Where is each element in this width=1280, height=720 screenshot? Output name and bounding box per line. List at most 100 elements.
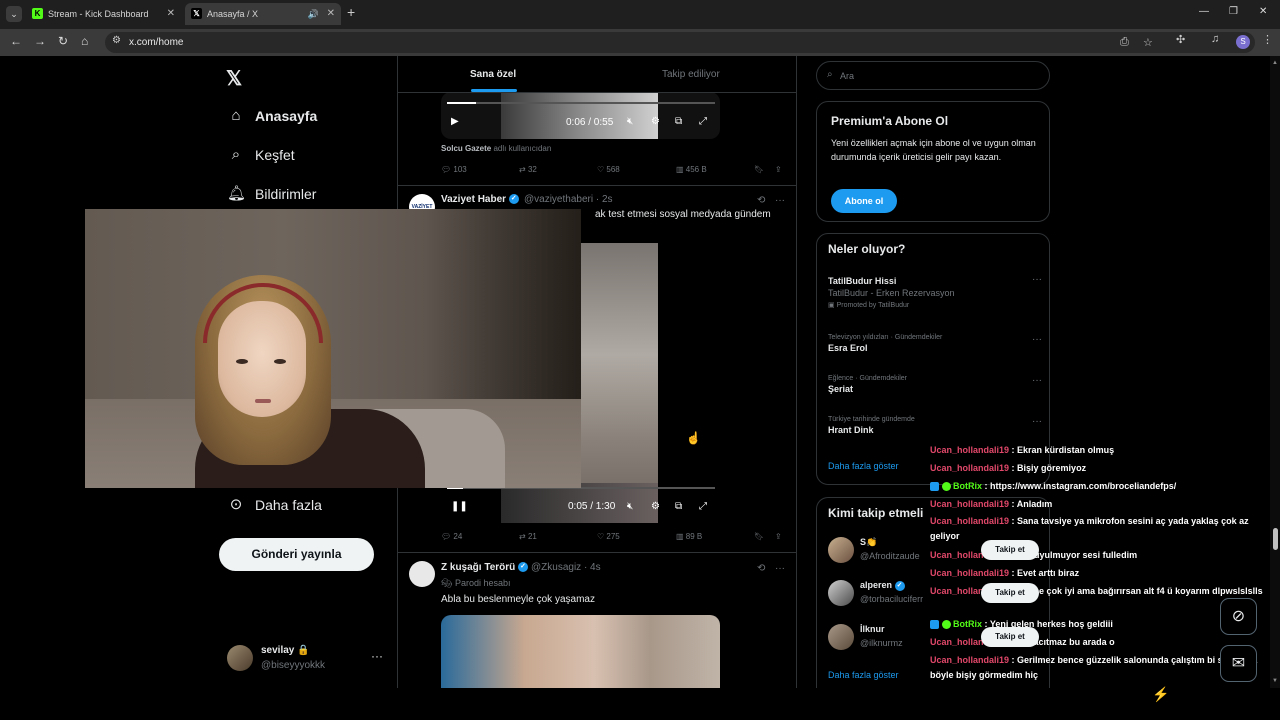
reload-icon[interactable]: ↻ [58,34,68,48]
scroll-down-icon[interactable]: ▼ [1272,678,1278,684]
video-player[interactable]: ▶ 0:06 / 0:55 🔇︎ ⚙ ⧉ ⤢ [441,92,720,139]
tab-x-home[interactable]: 𝕏 Anasayfa / X 🔊 ✕ [185,3,341,25]
messages-button[interactable]: ✉ [1220,645,1257,682]
address-bar[interactable]: ⚙ x.com/home ⎙ ☆ [105,32,1255,53]
author-name-text: Vaziyet Haber [441,194,507,205]
post-button[interactable]: Gönderi yayınla [219,538,374,571]
subscribe-button[interactable]: Abone ol [831,189,897,213]
tweet-author-name[interactable]: Z kuşağı Terörü ✓ [441,562,529,573]
webcam-mouth [255,399,271,403]
follow-button[interactable]: Takip et [981,627,1039,647]
trend-item[interactable]: Türkiye tarihinde gündemde Hrant Dink ··… [828,416,1042,435]
share-icon[interactable]: ⇪ [775,532,782,541]
more-icon[interactable]: ··· [1032,274,1042,285]
reply-button[interactable]: 💬︎ 24 [441,532,462,541]
show-more-link[interactable]: Daha fazla göster [828,670,899,680]
tab-following[interactable]: Takip ediliyor [662,56,720,93]
more-icon[interactable]: ··· [775,195,785,206]
search-icon: ⌕ [231,146,241,163]
play-icon[interactable]: ▶ [451,116,459,127]
follow-button[interactable]: Takip et [981,583,1039,603]
scroll-up-icon[interactable]: ▲ [1272,60,1278,66]
trend-item[interactable]: Televizyon yıldızları · Gündemdekiler Es… [828,334,1042,353]
retweet-button[interactable]: ⇄ 21 [519,532,537,541]
speaker-icon[interactable]: 🔊 [308,3,319,25]
fullscreen-icon[interactable]: ⤢ [699,116,707,127]
search-input[interactable]: ⌕ Ara [816,61,1050,90]
share-icon[interactable]: ⇪ [775,165,782,174]
more-icon[interactable]: ··· [1032,416,1042,427]
sidebar-item-notifications[interactable]: 🔔︎ Bildirimler [227,180,316,208]
close-icon[interactable]: ✕ [167,3,175,25]
close-icon[interactable]: ✕ [327,3,335,25]
more-icon[interactable]: ··· [1032,375,1042,386]
video-time: 0:05 / 1:30 [568,501,616,512]
menu-kebab-icon[interactable]: ⋮ [1262,33,1273,46]
account-switcher[interactable]: sevilay 🔒 @biseyyyokkk ··· [227,643,387,675]
avatar[interactable] [409,561,435,587]
mute-icon[interactable]: 🔇︎ [627,501,633,512]
tab-title: Anasayfa / X [207,9,259,19]
more-icon[interactable]: ··· [775,563,785,574]
tweet-author-handle[interactable]: @vaziyethaberi · 2s [524,194,613,205]
tweet-author-name[interactable]: Vaziyet Haber ✓ [441,194,519,205]
settings-icon[interactable]: ⚙ [651,501,660,512]
tweet-divider [398,185,796,186]
grok-button[interactable]: ⊘ [1220,598,1257,635]
minimize-icon[interactable]: — [1199,6,1209,17]
home-button-icon[interactable]: ⌂ [81,34,88,48]
account-handle: @biseyyyokkk [261,660,326,671]
chat-text: : Bence çok iyi ama bağırırsan alt f4 ü … [1011,586,1263,596]
trend-context: Eğlence · Gündemdekiler [828,375,907,382]
bookmark-icon[interactable]: 🔖︎ [754,165,764,174]
trend-item[interactable]: Eğlence · Gündemdekiler Şeriat ··· [828,375,1042,394]
media-control-icon[interactable]: ♫ [1211,33,1219,45]
video-progress-bar[interactable] [447,102,715,104]
views-button[interactable]: ▥ 89 B [676,532,702,541]
sidebar-item-more[interactable]: ⊙ Daha fazla [227,491,322,519]
install-app-icon[interactable]: ⎙ [1120,36,1129,49]
chat-username: Ucan_hollandali19 [930,463,1010,473]
mute-icon[interactable]: 🔇︎ [627,116,633,127]
video-source-name[interactable]: Solcu Gazete [441,144,491,153]
grok-icon[interactable]: ⟲ [757,195,765,206]
extensions-icon[interactable]: ✣ [1176,33,1185,46]
forward-icon[interactable]: → [34,34,46,48]
close-window-icon[interactable]: ✕ [1259,6,1267,17]
back-icon[interactable]: ← [10,34,22,48]
restore-icon[interactable]: ❐ [1229,6,1238,17]
grok-icon[interactable]: ⟲ [757,563,765,574]
tab-for-you[interactable]: Sana özel [470,56,516,93]
sidebar-item-home[interactable]: ⌂ Anasayfa [227,102,317,130]
site-info-icon[interactable]: ⚙ [112,35,121,46]
pip-icon[interactable]: ⧉ [675,116,682,127]
tweet-media[interactable] [441,615,720,688]
pip-icon[interactable]: ⧉ [675,501,682,512]
reply-button[interactable]: 💬︎ 103 [441,165,467,174]
trend-item[interactable]: TatilBudur Hissi TatilBudur - Erken Reze… [828,274,1042,309]
follow-button[interactable]: Takip et [981,540,1039,560]
show-more-link[interactable]: Daha fazla göster [828,461,899,471]
settings-icon[interactable]: ⚙ [651,116,660,127]
trend-context: Televizyon yıldızları · Gündemdekiler [828,334,943,341]
bookmark-icon[interactable]: 🔖︎ [754,532,764,541]
like-button[interactable]: ♡ 275 [597,532,620,541]
sidebar-item-explore[interactable]: ⌕ Keşfet [227,141,295,169]
new-tab-button[interactable]: + [347,4,355,20]
retweet-button[interactable]: ⇄ 32 [519,165,537,174]
sidebar-item-label: Keşfet [255,147,295,163]
like-button[interactable]: ♡ 568 [597,165,620,174]
views-button[interactable]: ▥ 456 B [676,165,707,174]
tab-search-button[interactable]: ⌄ [6,6,22,22]
fullscreen-icon[interactable]: ⤢ [699,501,707,512]
x-logo-icon[interactable]: 𝕏 [226,66,242,91]
premium-text: Yeni özellikleri açmak için abone ol ve … [831,138,1036,162]
profile-avatar[interactable]: S [1236,35,1250,49]
more-icon[interactable]: ··· [1032,334,1042,345]
pause-icon[interactable]: ❚❚ [451,501,468,512]
tweet-author-handle[interactable]: @Zkusagiz · 4s [531,562,601,573]
parody-text: Parodi hesabı [454,578,511,588]
bookmark-star-icon[interactable]: ☆ [1143,36,1153,49]
scrollbar-thumb[interactable] [1273,528,1278,550]
tab-kick-dashboard[interactable]: K Stream - Kick Dashboard ✕ [26,3,181,25]
